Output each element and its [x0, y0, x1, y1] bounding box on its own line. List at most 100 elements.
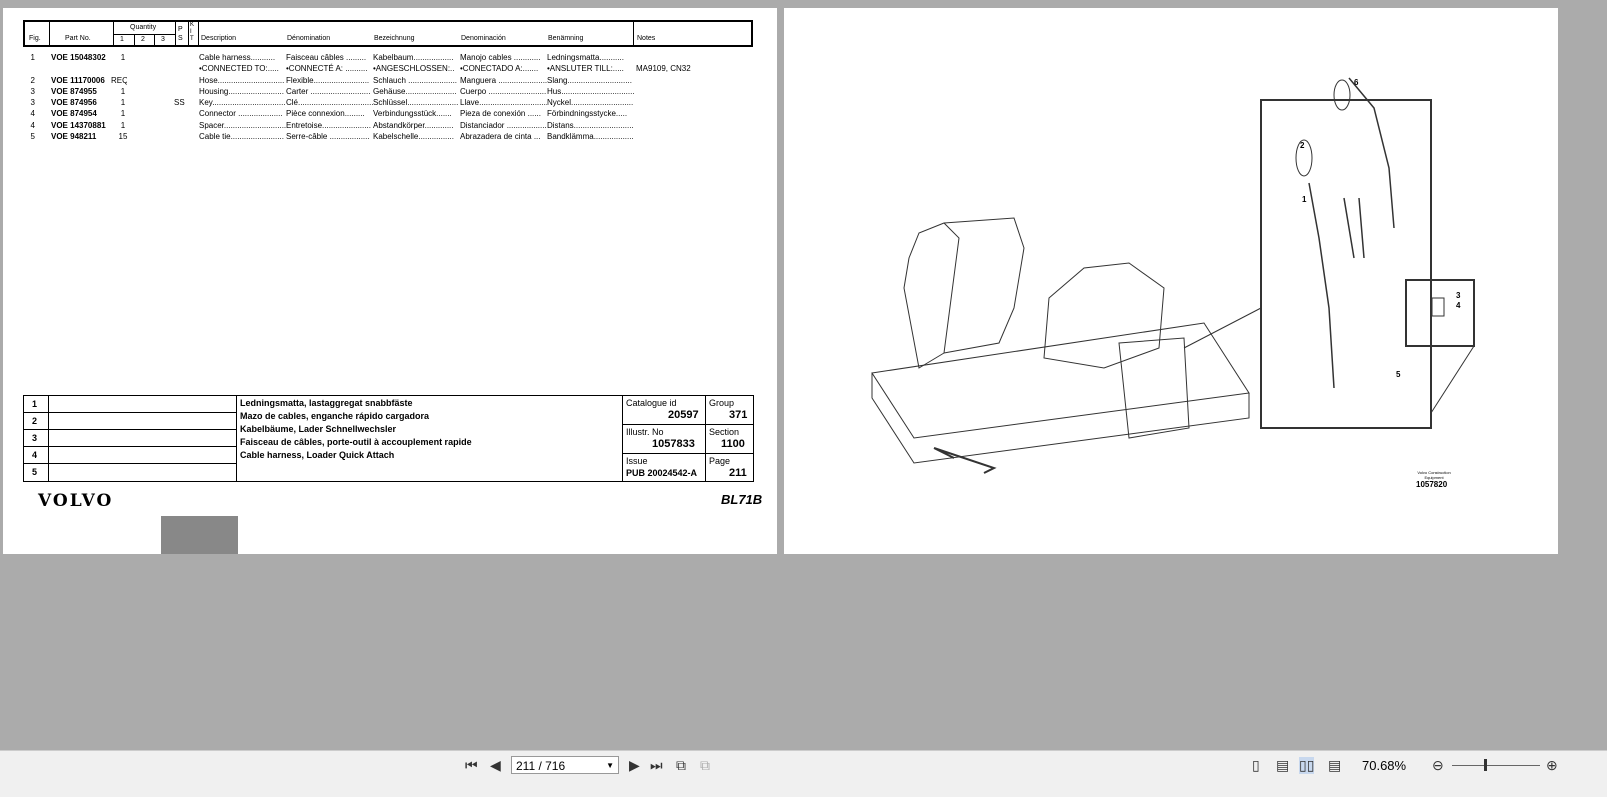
cell-en: Housing.........................: [199, 86, 284, 96]
cell-qty: REQ: [111, 75, 127, 85]
back-view-icon[interactable]: ⧉: [676, 757, 686, 774]
forward-view-icon[interactable]: ⧉: [700, 757, 710, 774]
cell-de: Schlüssel.......................: [373, 98, 459, 108]
cell-de: Kabelschelle................: [373, 132, 454, 142]
cell-qty: 1: [120, 109, 126, 119]
cell-fr: Carter ...........................: [286, 86, 371, 96]
title-line: Cable harness, Loader Quick Attach: [240, 450, 395, 460]
illustration-page: 6 2 1 3 4 5 Volvo Construction Equipment…: [784, 8, 1558, 554]
cell-fr: Flexible.........................: [286, 75, 370, 85]
page-value: 211: [729, 467, 747, 479]
title-row-number: 2: [32, 416, 38, 426]
cell-part-no: VOE 874954: [51, 109, 97, 119]
viewer-toolbar: ⏮ ◀ 211 / 716 ▼ ▶ ⏭ ⧉ ⧉ ▯ ▤ ▯▯ ▤ 70.68% ⊖…: [0, 750, 1607, 797]
cell-de: Schlauch ......................: [373, 75, 458, 85]
cell-fig: 4: [30, 120, 35, 130]
cell-notes: MA9109, CN32: [636, 64, 691, 74]
col-kit: K I T: [190, 22, 195, 42]
two-page-icon[interactable]: ▯▯: [1299, 757, 1315, 774]
section-label: Section: [709, 427, 740, 437]
cell-part-no: VOE 948211: [51, 132, 97, 142]
title-line: Ledningsmatta, lastaggregat snabbfäste: [240, 398, 413, 408]
prev-page-icon[interactable]: ◀: [490, 757, 501, 774]
cell-sv: •ANSLUTER TILL:.....: [547, 64, 624, 74]
catalogue-id: 20597: [668, 409, 699, 421]
col-quantity: Quantity: [130, 24, 157, 31]
cell-fig: 4: [30, 109, 35, 119]
next-page-icon[interactable]: ▶: [629, 757, 640, 774]
cell-fr: Pièce connexion.........: [286, 109, 365, 119]
cell-en: Key.................................: [199, 98, 286, 108]
illustr-label: Illustr. No: [626, 427, 664, 437]
cell-fig: 2: [30, 75, 35, 85]
group-value: 371: [729, 409, 748, 421]
first-page-icon[interactable]: ⏮: [465, 757, 478, 774]
col-fig: Fig.: [29, 35, 41, 42]
col-q2: 2: [141, 36, 145, 43]
callout-3: 3: [1456, 291, 1461, 300]
parts-list-page: Fig. Part No. Quantity 1 2 3 P S K I T D…: [3, 8, 777, 554]
cell-de: Abstandkörper.............: [373, 120, 454, 130]
callout-6: 6: [1354, 78, 1359, 87]
cell-part-no: VOE 874956: [51, 98, 97, 108]
cell-sv: Ledningsmatta...........: [547, 53, 624, 62]
illustration-credit: Volvo Construction Equipment: [1417, 470, 1451, 480]
title-block: 1 2 3 4 5 Ledningsmatta, lastaggregat snabbf…: [23, 395, 754, 482]
col-bezeichnung: Bezeichnung: [374, 35, 415, 42]
cell-es: Distanciador ..................: [460, 120, 547, 130]
operator-seat: [1043, 262, 1165, 369]
cell-sv: Bandklämma...................: [547, 132, 634, 142]
title-row-number: 3: [32, 433, 38, 443]
cell-es: Cuerpo ..........................: [460, 86, 547, 96]
direction-arrow: [933, 447, 997, 474]
zoom-level[interactable]: 70.68%: [1362, 758, 1406, 773]
cell-es: •CONECTADO A:.......: [460, 64, 539, 74]
cell-fr: Faisceau câbles .........: [286, 53, 367, 62]
cell-es: Manguera ......................: [460, 75, 547, 85]
zoom-in-icon[interactable]: ⊕: [1546, 757, 1558, 774]
cell-part-no: VOE 874955: [51, 86, 97, 96]
cell-de: Gehäuse.......................: [373, 86, 457, 96]
zoom-slider-thumb[interactable]: [1484, 759, 1487, 771]
detail-frame: [1260, 99, 1432, 429]
cell-fig: 3: [30, 86, 35, 96]
col-denomination: Dénomination: [287, 35, 331, 42]
col-part-no: Part No.: [65, 35, 91, 42]
cell-part-no: VOE 15048302: [51, 53, 106, 62]
issue-label: Issue: [626, 456, 648, 466]
cell-en: •CONNECTED TO:.....: [199, 64, 279, 74]
title-row-number: 1: [32, 399, 38, 409]
cell-en: Connector ....................: [199, 109, 283, 119]
page-input-value: 211 / 716: [516, 759, 566, 773]
cell-part-no: VOE 11170006: [51, 75, 105, 85]
title-row-number: 4: [32, 450, 38, 460]
page-input[interactable]: 211 / 716 ▼: [511, 756, 619, 774]
cell-fr: Entretoise......................: [286, 120, 371, 130]
continuous-icon[interactable]: ▤: [1276, 757, 1289, 774]
callout-2: 2: [1300, 141, 1305, 150]
model-name: BL71B: [721, 492, 763, 507]
zoom-slider[interactable]: [1452, 765, 1540, 766]
col-denominacion: Denominación: [461, 35, 506, 42]
col-description: Description: [201, 35, 237, 42]
title-line: Faisceau de câbles, porte-outil à accoup…: [240, 437, 472, 447]
parts-table-header: Fig. Part No. Quantity 1 2 3 P S K I T D…: [23, 20, 753, 47]
cell-part-no: VOE 14370881: [51, 120, 106, 130]
zoom-out-icon[interactable]: ⊖: [1432, 757, 1444, 774]
page-label: Page: [709, 456, 731, 466]
two-page-continuous-icon[interactable]: ▤: [1328, 757, 1341, 774]
cell-de: •ANGESCHLOSSEN:..: [373, 64, 455, 74]
cell-fr: Clé..................................: [286, 98, 373, 108]
col-q3: 3: [161, 36, 165, 43]
control-levers-base: [1118, 337, 1190, 439]
cell-ps: SS: [174, 98, 185, 108]
col-q1: 1: [120, 36, 124, 43]
cell-en: Hose..............................: [199, 75, 285, 85]
single-page-icon[interactable]: ▯: [1252, 757, 1260, 774]
cell-sv: Nyckel............................: [547, 98, 634, 108]
last-page-icon[interactable]: ⏭: [650, 757, 663, 774]
title-row-number: 5: [32, 467, 38, 477]
volvo-logo: VOLVO: [38, 491, 114, 511]
cab-floor: [871, 322, 1250, 439]
cell-sv: Slang.............................: [547, 75, 632, 85]
